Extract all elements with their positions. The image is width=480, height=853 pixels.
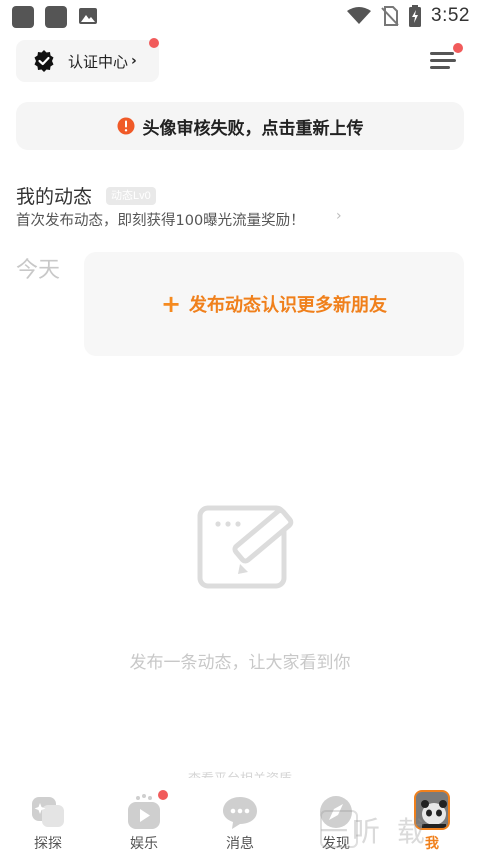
compose-note-icon — [197, 505, 294, 589]
cert-center-button[interactable]: 认证中心 › — [16, 40, 159, 82]
nav-item-entertainment[interactable]: 娱乐 — [96, 781, 192, 853]
wifi-icon — [347, 7, 372, 24]
watermark: 一听 载 — [320, 815, 429, 848]
plus-icon: + — [160, 290, 182, 318]
notification-dot — [158, 790, 168, 800]
nav-label: 消息 — [226, 836, 254, 852]
nav-item-tantan[interactable]: 探探 — [0, 781, 96, 853]
tantan-icon — [32, 797, 64, 827]
nav-item-messages[interactable]: 消息 — [192, 781, 288, 853]
chat-bubble-icon — [223, 797, 257, 829]
alert-circle-icon — [117, 117, 134, 135]
level-badge: 动态Lv0 — [106, 187, 156, 205]
nav-label: 娱乐 — [130, 836, 158, 852]
notification-square-icon — [45, 6, 67, 28]
notification-dot — [149, 38, 159, 48]
moments-title: 我的动态 — [16, 186, 93, 208]
platform-qualification-link[interactable]: 查看平台相关资质 — [120, 768, 360, 778]
nav-label: 探探 — [34, 836, 62, 852]
image-icon — [79, 8, 97, 24]
chevron-right-icon: › — [131, 53, 137, 69]
cert-center-label: 认证中心 — [68, 52, 129, 71]
clock: 3:52 — [431, 5, 470, 26]
battery-charging-icon — [409, 5, 422, 27]
no-sim-icon — [381, 6, 399, 26]
publish-moment-card[interactable]: + 发布动态认识更多新朋友 — [84, 252, 464, 356]
avatar-review-notice[interactable]: 头像审核失败，点击重新上传 — [16, 102, 464, 150]
empty-state-text: 发布一条动态，让大家看到你 — [129, 653, 351, 673]
notification-square-icon — [12, 6, 34, 28]
moments-reward-link[interactable]: 首次发布动态，即刻获得100曝光流量奖励！ — [16, 209, 305, 230]
chevron-right-icon: › — [336, 208, 342, 224]
today-label: 今天 — [16, 258, 61, 283]
video-play-icon — [128, 794, 160, 829]
notice-text: 头像审核失败，点击重新上传 — [142, 118, 364, 139]
publish-moment-label: 发布动态认识更多新朋友 — [189, 295, 388, 316]
status-bar: 3:52 — [0, 0, 480, 32]
notification-dot — [453, 43, 463, 53]
verified-badge-icon — [34, 50, 54, 72]
